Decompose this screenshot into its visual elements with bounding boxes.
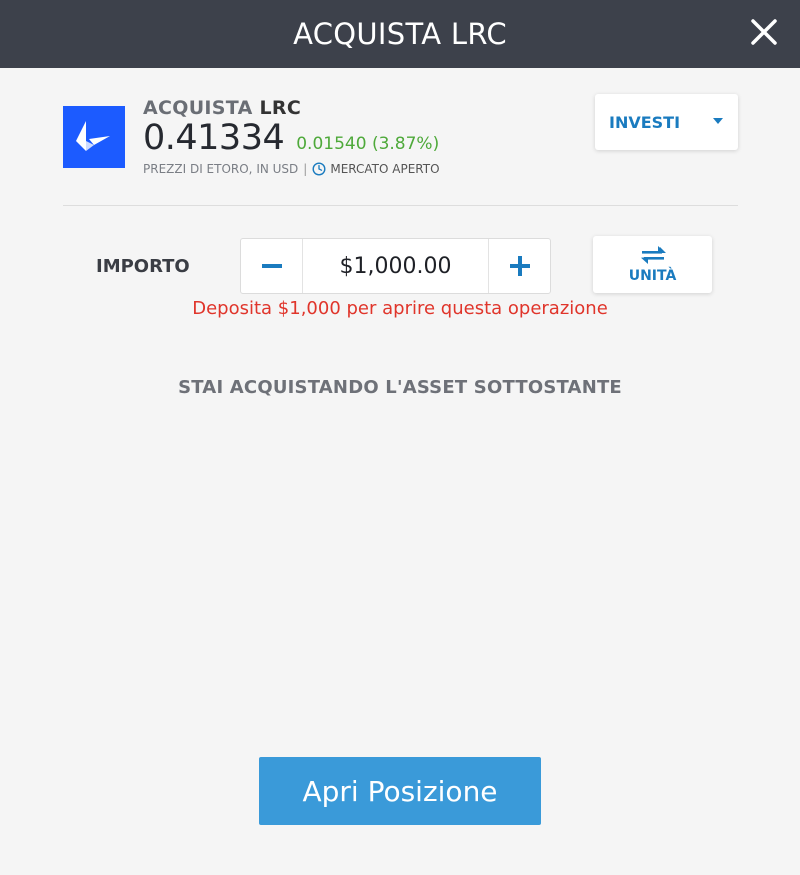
deposit-error-message: Deposita $1,000 per aprire questa operaz… [192, 298, 608, 319]
plus-icon [509, 256, 530, 276]
divider [63, 205, 738, 206]
dialog-header: ACQUISTA LRC [0, 0, 800, 68]
decrease-amount-button[interactable] [241, 239, 303, 293]
order-type-label: INVESTI [609, 112, 681, 132]
dialog-title: ACQUISTA LRC [293, 17, 507, 51]
amount-stepper: $1,000.00 [240, 238, 551, 294]
clock-icon [312, 162, 326, 176]
info-text: STAI ACQUISTANDO L'ASSET SOTTOSTANTE [178, 377, 622, 398]
caret-down-icon [713, 118, 723, 124]
price-change: 0.01540 (3.87%) [296, 134, 440, 154]
asset-symbol: LRC [259, 97, 302, 119]
asset-price: 0.41334 [143, 118, 285, 158]
market-status: MERCATO APERTO [330, 162, 440, 176]
increase-amount-button[interactable] [488, 239, 550, 293]
asset-title: ACQUISTA LRC [143, 97, 301, 119]
swap-icon [640, 246, 666, 264]
amount-label: IMPORTO [96, 256, 190, 277]
order-type-dropdown[interactable]: INVESTI [595, 94, 738, 150]
open-position-button[interactable]: Apri Posizione [259, 757, 541, 825]
price-meta: PREZZI DI ETORO, IN USD | MERCATO APERTO [143, 162, 440, 176]
asset-logo [63, 106, 125, 168]
units-label: UNITÀ [628, 268, 677, 284]
price-row: 0.41334 0.01540 (3.87%) [143, 118, 439, 158]
amount-input[interactable]: $1,000.00 [303, 239, 488, 293]
asset-action: ACQUISTA [143, 97, 253, 119]
meta-separator: | [303, 162, 308, 176]
price-source: PREZZI DI ETORO, IN USD [143, 162, 299, 176]
units-toggle-button[interactable]: UNITÀ [593, 236, 712, 293]
close-icon[interactable] [748, 16, 780, 48]
minus-icon [261, 264, 282, 268]
